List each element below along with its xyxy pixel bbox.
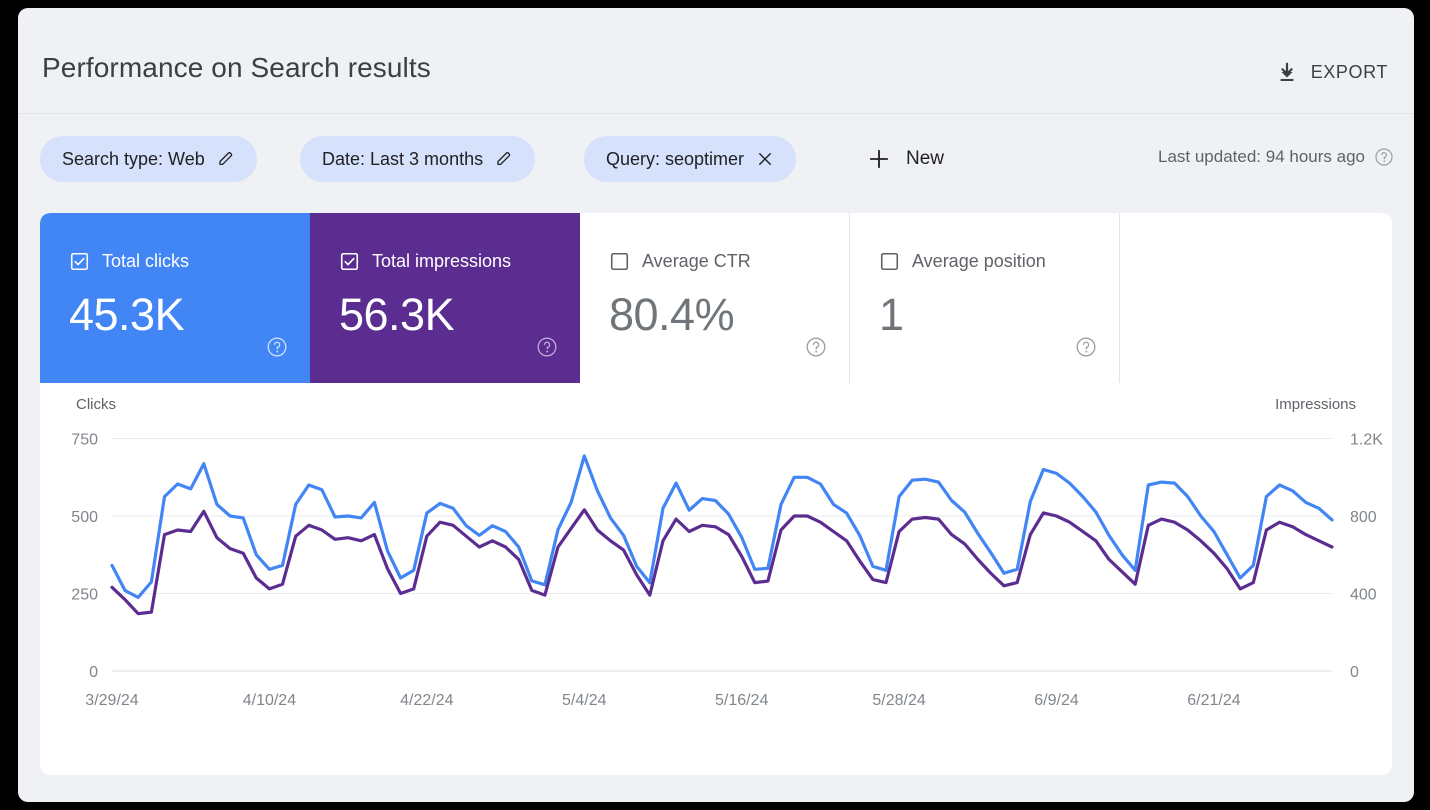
chart-y-tick-left: 0 (89, 664, 98, 681)
new-filter-label: New (906, 148, 944, 170)
checkbox-unchecked-icon[interactable] (610, 252, 629, 271)
metric-tile-average-ctr-value: 80.4% (609, 289, 734, 341)
checkbox-unchecked-icon[interactable] (880, 252, 899, 271)
metric-tile-total-impressions-head: Total impressions (340, 251, 511, 272)
chart-y-tick-left: 500 (71, 509, 98, 526)
metric-tile-average-position-value: 1 (879, 289, 904, 341)
metric-tile-average-position-head: Average position (880, 251, 1046, 272)
chart-x-tick: 6/21/24 (1187, 692, 1240, 709)
metric-tiles: Total clicks 45.3K (40, 213, 1392, 383)
close-x-icon[interactable] (756, 150, 774, 168)
filter-chip-search-type-label: Search type: Web (62, 149, 205, 170)
filter-chip-date-label: Date: Last 3 months (322, 149, 483, 170)
filter-chip-query-label: Query: seoptimer (606, 149, 744, 170)
new-filter-button[interactable]: New (856, 136, 956, 182)
metric-tile-total-impressions[interactable]: Total impressions 56.3K (310, 213, 580, 383)
chart-series-lines (112, 456, 1332, 614)
export-button[interactable]: EXPORT (1268, 50, 1396, 94)
checkbox-checked-icon[interactable] (70, 252, 89, 271)
chart-gridlines (112, 439, 1332, 672)
performance-report-frame: Performance on Search results EXPORT Sea… (18, 8, 1414, 802)
chart-y-tick-right: 0 (1350, 664, 1359, 681)
help-circle-icon[interactable] (536, 336, 558, 363)
chart-y-axis-right-title: Impressions (1275, 396, 1356, 413)
metric-tile-average-position-label: Average position (912, 251, 1046, 272)
page-title: Performance on Search results (42, 52, 431, 84)
metric-tile-average-ctr-head: Average CTR (610, 251, 751, 272)
metric-tile-total-impressions-label: Total impressions (372, 251, 511, 272)
filter-chip-query[interactable]: Query: seoptimer (584, 136, 796, 182)
filter-bar: Search type: Web Date: Last 3 months Que… (18, 115, 1414, 213)
chart-x-tick: 5/4/24 (562, 692, 607, 709)
chart-x-tick: 4/10/24 (243, 692, 296, 709)
chart-y-tick-left: 750 (71, 432, 98, 449)
metric-tile-total-clicks-head: Total clicks (70, 251, 189, 272)
chart-y-axis-left-title: Clicks (76, 396, 116, 413)
metric-tile-total-clicks-label: Total clicks (102, 251, 189, 272)
chart-x-tick: 3/29/24 (85, 692, 138, 709)
help-circle-icon[interactable] (266, 336, 288, 363)
chart-y-tick-right: 800 (1350, 509, 1377, 526)
chart-y-axis-right-ticks: 0 400 800 1.2K (1350, 432, 1383, 682)
metric-tile-total-clicks[interactable]: Total clicks 45.3K (40, 213, 310, 383)
filter-chip-search-type[interactable]: Search type: Web (40, 136, 257, 182)
chart-x-tick: 5/28/24 (872, 692, 925, 709)
metric-tile-total-clicks-value: 45.3K (69, 289, 184, 341)
help-circle-icon[interactable] (805, 336, 827, 363)
last-updated-label: Last updated: 94 hours ago (1158, 147, 1365, 167)
download-icon (1276, 60, 1298, 84)
report-header: Performance on Search results EXPORT (18, 8, 1414, 114)
edit-pencil-icon[interactable] (217, 150, 235, 168)
checkbox-checked-icon[interactable] (340, 252, 359, 271)
filter-chip-date[interactable]: Date: Last 3 months (300, 136, 535, 182)
last-updated-status: Last updated: 94 hours ago (1158, 147, 1394, 167)
chart-x-tick: 4/22/24 (400, 692, 453, 709)
metric-tile-average-ctr-label: Average CTR (642, 251, 751, 272)
chart-y-axis-left-ticks: 0 250 500 750 (71, 432, 98, 682)
help-circle-icon[interactable] (1374, 147, 1394, 167)
chart-x-tick: 6/9/24 (1034, 692, 1079, 709)
metric-tile-total-impressions-value: 56.3K (339, 289, 454, 341)
metric-tile-average-ctr[interactable]: Average CTR 80.4% (580, 213, 850, 383)
chart-line-total-clicks (112, 510, 1332, 614)
performance-chart-panel: Total clicks 45.3K (40, 213, 1392, 775)
chart-x-axis-ticks: 3/29/24 4/10/24 4/22/24 5/4/24 5/16/24 5/28/2… (85, 692, 1240, 709)
chart-y-tick-right: 1.2K (1350, 432, 1383, 449)
chart-x-tick: 5/16/24 (715, 692, 768, 709)
edit-pencil-icon[interactable] (495, 150, 513, 168)
performance-line-chart[interactable]: 0 250 500 750 0 400 800 1.2K 3/29/24 4/10/24 4/2… (40, 383, 1392, 775)
chart-y-tick-right: 400 (1350, 587, 1377, 604)
export-button-label: EXPORT (1311, 62, 1388, 83)
plus-icon (868, 148, 890, 170)
chart-y-tick-left: 250 (71, 587, 98, 604)
help-circle-icon[interactable] (1075, 336, 1097, 363)
metric-tile-average-position[interactable]: Average position 1 (850, 213, 1120, 383)
